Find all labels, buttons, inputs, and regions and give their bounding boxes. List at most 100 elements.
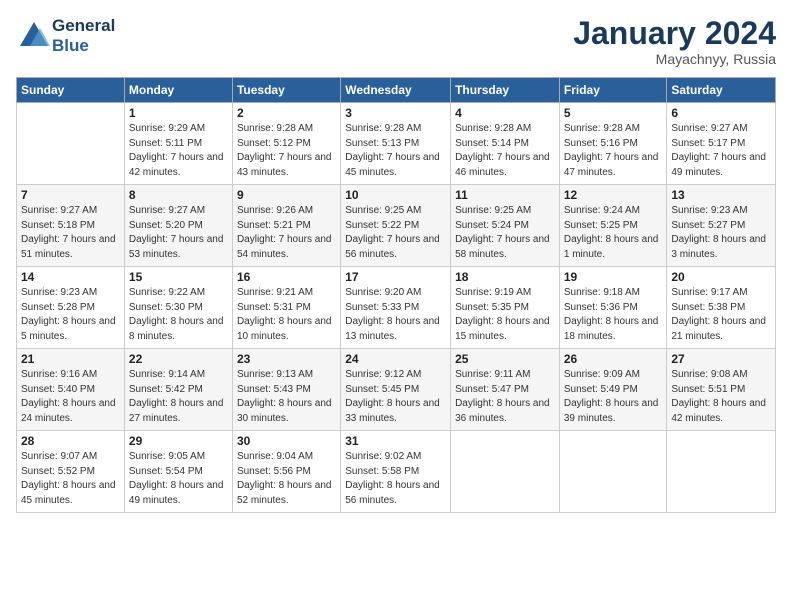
col-friday: Friday (559, 78, 667, 103)
calendar-cell: 25 Sunrise: 9:11 AMSunset: 5:47 PMDayligh… (451, 349, 560, 431)
calendar-cell: 21 Sunrise: 9:16 AMSunset: 5:40 PMDayligh… (17, 349, 125, 431)
day-info: Sunrise: 9:14 AMSunset: 5:42 PMDaylight:… (129, 368, 228, 426)
day-number: 29 (129, 434, 228, 448)
day-info: Sunrise: 9:05 AMSunset: 5:54 PMDaylight:… (129, 450, 228, 508)
calendar-cell: 27 Sunrise: 9:08 AMSunset: 5:51 PMDayligh… (667, 349, 776, 431)
calendar-cell: 2 Sunrise: 9:28 AMSunset: 5:12 PMDaylight… (232, 103, 340, 185)
day-number: 19 (564, 270, 663, 284)
day-number: 22 (129, 352, 228, 366)
day-number: 10 (345, 188, 446, 202)
day-info: Sunrise: 9:20 AMSunset: 5:33 PMDaylight:… (345, 286, 446, 344)
day-info: Sunrise: 9:19 AMSunset: 5:35 PMDaylight:… (455, 286, 555, 344)
day-info: Sunrise: 9:04 AMSunset: 5:56 PMDaylight:… (237, 450, 336, 508)
day-info: Sunrise: 9:07 AMSunset: 5:52 PMDaylight:… (21, 450, 120, 508)
day-number: 12 (564, 188, 663, 202)
calendar-cell: 16Sunrise: 9:21 AMSunset: 5:31 PMDayligh… (232, 267, 340, 349)
calendar-cell: 3 Sunrise: 9:28 AMSunset: 5:13 PMDaylight… (341, 103, 451, 185)
day-info: Sunrise: 9:08 AMSunset: 5:51 PMDaylight:… (671, 368, 771, 426)
calendar-cell: 19 Sunrise: 9:18 AMSunset: 5:36 PMDayligh… (559, 267, 667, 349)
calendar-cell: 15 Sunrise: 9:22 AMSunset: 5:30 PMDayligh… (124, 267, 232, 349)
calendar-table: Sunday Monday Tuesday Wednesday Thursday… (16, 77, 776, 513)
day-number: 4 (455, 106, 555, 120)
col-wednesday: Wednesday (341, 78, 451, 103)
day-number: 21 (21, 352, 120, 366)
calendar-cell: 30Sunrise: 9:04 AMSunset: 5:56 PMDayligh… (232, 431, 340, 513)
day-number: 2 (237, 106, 336, 120)
calendar-cell: 4 Sunrise: 9:28 AMSunset: 5:14 PMDaylight… (451, 103, 560, 185)
day-info: Sunrise: 9:27 AMSunset: 5:18 PMDaylight:… (21, 204, 120, 262)
calendar-cell: 29 Sunrise: 9:05 AMSunset: 5:54 PMDayligh… (124, 431, 232, 513)
day-number: 7 (21, 188, 120, 202)
calendar-week-3: 14 Sunrise: 9:23 AMSunset: 5:28 PMDayligh… (17, 267, 776, 349)
day-info: Sunrise: 9:28 AMSunset: 5:13 PMDaylight:… (345, 122, 446, 180)
day-info: Sunrise: 9:26 AMSunset: 5:21 PMDaylight:… (237, 204, 336, 262)
page-header: General Blue January 2024 Mayachnyy, Rus… (16, 16, 776, 67)
logo-text-line1: General (52, 16, 115, 36)
day-number: 18 (455, 270, 555, 284)
calendar-cell: 12 Sunrise: 9:24 AMSunset: 5:25 PMDayligh… (559, 185, 667, 267)
day-number: 5 (564, 106, 663, 120)
day-info: Sunrise: 9:28 AMSunset: 5:14 PMDaylight:… (455, 122, 555, 180)
calendar-week-2: 7 Sunrise: 9:27 AMSunset: 5:18 PMDaylight… (17, 185, 776, 267)
day-number: 14 (21, 270, 120, 284)
day-number: 11 (455, 188, 555, 202)
logo: General Blue (16, 16, 115, 55)
day-info: Sunrise: 9:29 AMSunset: 5:11 PMDaylight:… (129, 122, 228, 180)
calendar-header-row: Sunday Monday Tuesday Wednesday Thursday… (17, 78, 776, 103)
day-info: Sunrise: 9:28 AMSunset: 5:16 PMDaylight:… (564, 122, 663, 180)
day-info: Sunrise: 9:18 AMSunset: 5:36 PMDaylight:… (564, 286, 663, 344)
col-sunday: Sunday (17, 78, 125, 103)
page-container: General Blue January 2024 Mayachnyy, Rus… (0, 0, 792, 612)
calendar-week-4: 21 Sunrise: 9:16 AMSunset: 5:40 PMDayligh… (17, 349, 776, 431)
calendar-cell (17, 103, 125, 185)
day-number: 28 (21, 434, 120, 448)
day-info: Sunrise: 9:13 AMSunset: 5:43 PMDaylight:… (237, 368, 336, 426)
logo-text-line2: Blue (52, 36, 115, 56)
day-number: 23 (237, 352, 336, 366)
calendar-cell: 17Sunrise: 9:20 AMSunset: 5:33 PMDayligh… (341, 267, 451, 349)
day-number: 9 (237, 188, 336, 202)
calendar-cell (667, 431, 776, 513)
calendar-cell: 23 Sunrise: 9:13 AMSunset: 5:43 PMDayligh… (232, 349, 340, 431)
calendar-cell: 13 Sunrise: 9:23 AMSunset: 5:27 PMDayligh… (667, 185, 776, 267)
day-number: 3 (345, 106, 446, 120)
day-number: 20 (671, 270, 771, 284)
calendar-cell (559, 431, 667, 513)
day-number: 6 (671, 106, 771, 120)
calendar-cell: 22 Sunrise: 9:14 AMSunset: 5:42 PMDayligh… (124, 349, 232, 431)
calendar-cell: 7 Sunrise: 9:27 AMSunset: 5:18 PMDaylight… (17, 185, 125, 267)
day-info: Sunrise: 9:23 AMSunset: 5:27 PMDaylight:… (671, 204, 771, 262)
day-number: 31 (345, 434, 446, 448)
day-info: Sunrise: 9:25 AMSunset: 5:22 PMDaylight:… (345, 204, 446, 262)
day-info: Sunrise: 9:25 AMSunset: 5:24 PMDaylight:… (455, 204, 555, 262)
day-info: Sunrise: 9:23 AMSunset: 5:28 PMDaylight:… (21, 286, 120, 344)
day-info: Sunrise: 9:16 AMSunset: 5:40 PMDaylight:… (21, 368, 120, 426)
col-saturday: Saturday (667, 78, 776, 103)
calendar-cell: 8 Sunrise: 9:27 AMSunset: 5:20 PMDaylight… (124, 185, 232, 267)
day-number: 15 (129, 270, 228, 284)
col-monday: Monday (124, 78, 232, 103)
day-number: 25 (455, 352, 555, 366)
title-area: January 2024 Mayachnyy, Russia (573, 16, 776, 67)
day-info: Sunrise: 9:24 AMSunset: 5:25 PMDaylight:… (564, 204, 663, 262)
day-number: 8 (129, 188, 228, 202)
calendar-week-5: 28 Sunrise: 9:07 AMSunset: 5:52 PMDayligh… (17, 431, 776, 513)
day-info: Sunrise: 9:22 AMSunset: 5:30 PMDaylight:… (129, 286, 228, 344)
calendar-cell: 5 Sunrise: 9:28 AMSunset: 5:16 PMDaylight… (559, 103, 667, 185)
day-info: Sunrise: 9:11 AMSunset: 5:47 PMDaylight:… (455, 368, 555, 426)
col-thursday: Thursday (451, 78, 560, 103)
day-info: Sunrise: 9:27 AMSunset: 5:20 PMDaylight:… (129, 204, 228, 262)
calendar-cell: 6 Sunrise: 9:27 AMSunset: 5:17 PMDaylight… (667, 103, 776, 185)
day-number: 27 (671, 352, 771, 366)
day-info: Sunrise: 9:28 AMSunset: 5:12 PMDaylight:… (237, 122, 336, 180)
day-info: Sunrise: 9:27 AMSunset: 5:17 PMDaylight:… (671, 122, 771, 180)
calendar-cell: 14 Sunrise: 9:23 AMSunset: 5:28 PMDayligh… (17, 267, 125, 349)
month-title: January 2024 (573, 16, 776, 51)
day-number: 13 (671, 188, 771, 202)
calendar-week-1: 1Sunrise: 9:29 AMSunset: 5:11 PMDaylight… (17, 103, 776, 185)
calendar-cell: 11 Sunrise: 9:25 AMSunset: 5:24 PMDayligh… (451, 185, 560, 267)
calendar-cell: 20Sunrise: 9:17 AMSunset: 5:38 PMDayligh… (667, 267, 776, 349)
calendar-cell (451, 431, 560, 513)
day-info: Sunrise: 9:12 AMSunset: 5:45 PMDaylight:… (345, 368, 446, 426)
day-number: 16 (237, 270, 336, 284)
